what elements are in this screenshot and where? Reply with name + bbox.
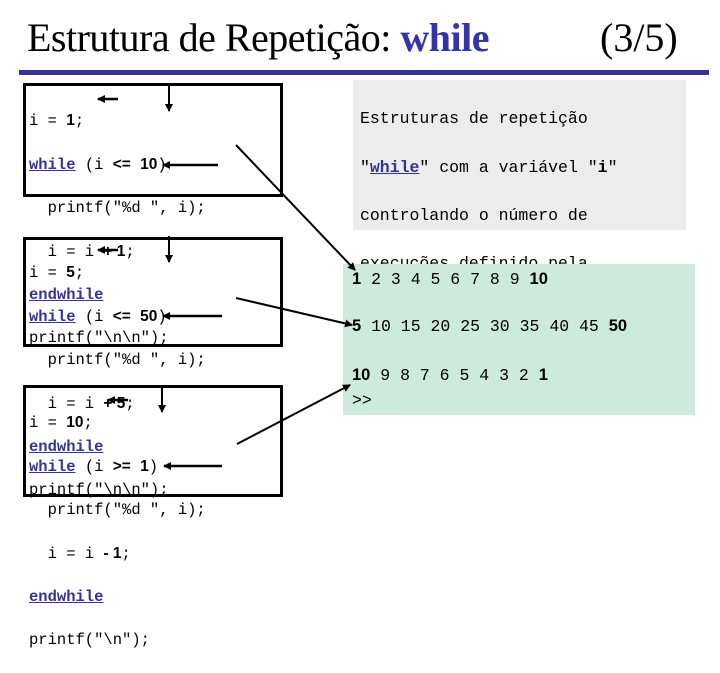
- code-line-printf: printf("%d ", i);: [29, 198, 206, 217]
- code-line-after: printf("\n");: [29, 630, 150, 649]
- while-keyword: while: [29, 155, 76, 174]
- while-keyword: while: [29, 307, 76, 326]
- title-prefix: Estrutura de Repetição:: [27, 15, 401, 60]
- slide-title: Estrutura de Repetição: while: [27, 14, 490, 61]
- output-prompt: >>: [352, 391, 372, 410]
- output-line-3: 10 9 8 7 6 5 4 3 2 1: [352, 366, 548, 385]
- code-example-3: i = 10; while (i >= 1) printf("%d ", i);…: [29, 390, 206, 673]
- output-line-1: 1 2 3 4 5 6 7 8 9 10: [352, 270, 548, 289]
- code-line-endwhile: endwhile: [29, 587, 206, 609]
- code-line-increment: i = i - 1;: [29, 544, 131, 563]
- output-line-2: 5 10 15 20 25 30 35 40 45 50: [352, 317, 628, 336]
- page-indicator: (3/5): [600, 15, 678, 60]
- code-line-init: i = 1;: [29, 111, 85, 130]
- title-keyword: while: [400, 15, 490, 60]
- while-keyword: while: [369, 157, 420, 177]
- code-line-while: while (i <= 10): [29, 155, 167, 174]
- while-keyword: while: [29, 457, 76, 476]
- code-line-printf: printf("%d ", i);: [29, 500, 206, 519]
- code-line-init: i = 5;: [29, 263, 85, 282]
- code-line-printf: printf("%d ", i);: [29, 350, 206, 369]
- code-line-while: while (i <= 50): [29, 307, 167, 326]
- code-line-while: while (i >= 1): [29, 457, 159, 476]
- title-rule: [19, 70, 709, 75]
- code-line-init: i = 10;: [29, 413, 93, 432]
- endwhile-keyword: endwhile: [29, 587, 104, 606]
